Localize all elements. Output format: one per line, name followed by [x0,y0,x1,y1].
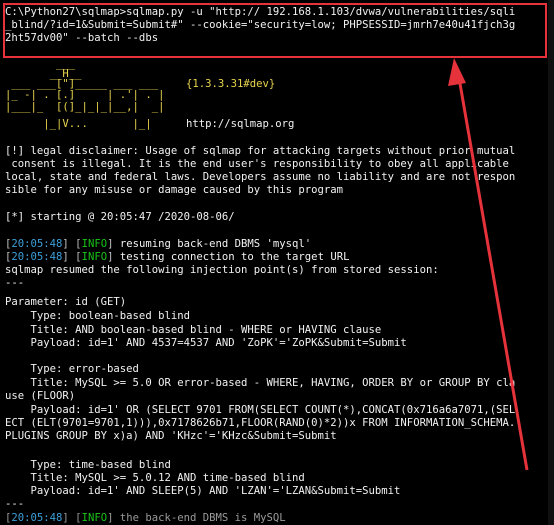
terminal-window[interactable]: C:\Python27\sqlmap>sqlmap.py -u "http://… [0,0,554,525]
annotation-arrow [448,58,529,471]
